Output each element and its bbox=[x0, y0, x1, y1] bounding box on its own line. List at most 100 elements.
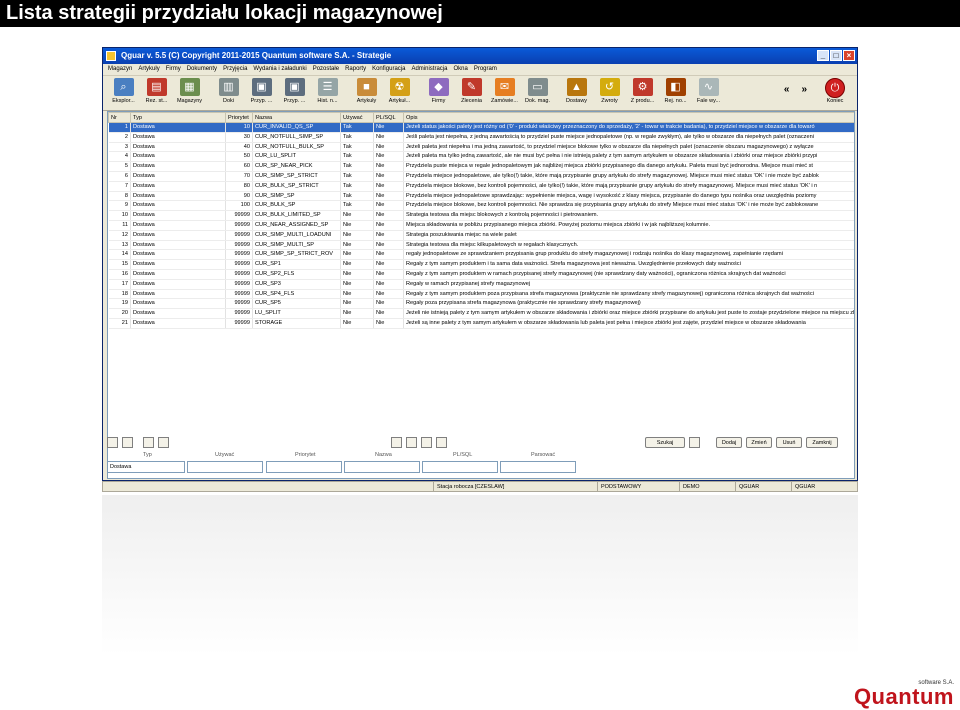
column-header[interactable]: Nazwa bbox=[252, 112, 341, 123]
filter-icon[interactable] bbox=[107, 436, 118, 448]
filter-type-select[interactable]: Dostawa bbox=[107, 461, 185, 473]
table-row[interactable]: 21 Dostawa 99999 STORAGE Nie Nie Jeżeli są inn… bbox=[108, 318, 854, 329]
table-row[interactable]: 4 Dostawa 50 CUR_LU_SPLIT Tak Nie Jeżeli palet… bbox=[108, 151, 854, 163]
toolbar-button[interactable]: ▣ Przyp. ... bbox=[278, 76, 311, 109]
table-cell: Jeżeli paleta ma tylko jedną zawartość, … bbox=[403, 151, 854, 163]
toolbar-label: Zlecenia bbox=[461, 98, 482, 104]
table-row[interactable]: 1 Dostawa 10 CUR_INVALID_QS_SP Tak Nie Jeżeli … bbox=[108, 122, 854, 133]
toolbar-button[interactable]: ✎ Zlecenia bbox=[455, 76, 488, 109]
print-icon[interactable] bbox=[158, 436, 169, 448]
filter-priority-input[interactable] bbox=[266, 461, 342, 473]
toolbar-button[interactable]: ■ Artykuły bbox=[350, 76, 383, 109]
toolbar-button[interactable]: ▥ Doki bbox=[212, 76, 245, 109]
close-window-button[interactable]: × bbox=[843, 50, 855, 61]
column-header[interactable]: Używać bbox=[340, 112, 374, 123]
dock-icon: ▥ bbox=[218, 78, 239, 96]
menu-item[interactable]: Program bbox=[474, 64, 497, 75]
minimize-button[interactable]: _ bbox=[817, 50, 829, 61]
column-header[interactable]: Typ bbox=[130, 112, 226, 123]
toolbar-label: Fale wy... bbox=[696, 98, 721, 104]
menu-item[interactable]: Raporty bbox=[345, 64, 366, 75]
table-row[interactable]: 19 Dostawa 99999 CUR_SP5 Nie Nie Regały poza p… bbox=[108, 298, 854, 310]
filter-label-parse: Parsować bbox=[531, 452, 556, 458]
table-row[interactable]: 14 Dostawa 99999 CUR_SIMP_SP_STRICT_ROV Nie N… bbox=[108, 249, 854, 261]
maximize-button[interactable]: □ bbox=[830, 50, 842, 61]
table-row[interactable]: 15 Dostawa 99999 CUR_SP1 Nie Nie Regały z tym … bbox=[108, 259, 854, 270]
toolbar-button[interactable]: ◧ Rej. no... bbox=[659, 76, 692, 109]
close-button[interactable]: Zamknij bbox=[806, 436, 838, 448]
table-row[interactable]: 17 Dostawa 99999 CUR_SP3 Nie Nie Regały w rama… bbox=[108, 279, 854, 290]
menu-item[interactable]: Administracja bbox=[411, 64, 447, 75]
toolbar-button[interactable]: ▤ Rez. st... bbox=[140, 76, 173, 109]
toolbar-button[interactable]: ↺ Zwroty bbox=[593, 76, 626, 109]
table-row[interactable]: 16 Dostawa 99999 CUR_SP2_FLS Nie Nie Regały z … bbox=[108, 269, 854, 280]
filter-parse-select[interactable] bbox=[500, 461, 576, 473]
filter-plsql-select[interactable] bbox=[422, 461, 498, 473]
action-bar: Szukaj Dodaj Zmień Usuń Zamknij bbox=[107, 435, 855, 449]
funnel-icon[interactable] bbox=[122, 436, 133, 448]
export-icon[interactable] bbox=[143, 436, 154, 448]
filter-name-input[interactable] bbox=[344, 461, 420, 473]
menu-item[interactable]: Pozostałe bbox=[313, 64, 339, 75]
table-row[interactable]: 13 Dostawa 99999 CUR_SIMP_MULTI_SP Nie Nie Str… bbox=[108, 240, 854, 251]
table-row[interactable]: 6 Dostawa 70 CUR_SIMP_SP_STRICT Tak Nie Przydz… bbox=[108, 171, 854, 182]
column-header[interactable]: PL/SQL bbox=[373, 112, 404, 123]
menu-item[interactable]: Wydania i załadunki bbox=[253, 64, 306, 75]
last-record-icon[interactable] bbox=[436, 436, 447, 448]
toolbar-button[interactable]: ▦ Magazyny bbox=[173, 76, 206, 109]
table-row[interactable]: 20 Dostawa 99999 LU_SPLIT Nie Nie Jeżeli nie i… bbox=[108, 308, 854, 319]
filter-use-select[interactable] bbox=[187, 461, 263, 473]
toolbar-button[interactable]: ☢ Artykuł... bbox=[383, 76, 416, 109]
warehouse-icon: ▦ bbox=[179, 78, 200, 96]
menu-item[interactable]: Okna bbox=[453, 64, 467, 75]
menu-item[interactable]: Przyjęcia bbox=[223, 64, 247, 75]
column-header[interactable]: Priorytet bbox=[225, 112, 253, 123]
add-button[interactable]: Dodaj bbox=[716, 436, 742, 448]
toolbar-button[interactable]: ▭ Dok. mag. bbox=[521, 76, 554, 109]
toolbar-button[interactable]: ∿ Fale wy... bbox=[692, 76, 725, 109]
table-cell: Dostawa bbox=[130, 318, 226, 329]
table-row[interactable]: 10 Dostawa 99999 CUR_BULK_LIMITED_SP Nie Nie S… bbox=[108, 210, 854, 221]
table-row[interactable]: 3 Dostawa 40 CUR_NOTFULL_BULK_SP Tak Nie Jeżel… bbox=[108, 142, 854, 153]
toolbar-label: Przyp. ... bbox=[283, 98, 306, 104]
menu-item[interactable]: Artykuły bbox=[138, 64, 159, 75]
toolbar-button[interactable]: ⌕ Eksplor... bbox=[107, 76, 140, 109]
window-title: Qguar v. 5.5 (C) Copyright 2011-2015 Qua… bbox=[121, 51, 392, 60]
menu-item[interactable]: Firmy bbox=[166, 64, 181, 75]
next-icon[interactable]: » bbox=[801, 84, 807, 95]
menu-item[interactable]: Konfiguracja bbox=[372, 64, 405, 75]
clear-search-icon[interactable] bbox=[689, 436, 700, 448]
column-header[interactable]: Opis bbox=[403, 112, 854, 123]
menu-item[interactable]: Magazyn bbox=[108, 64, 132, 75]
change-button[interactable]: Zmień bbox=[746, 436, 772, 448]
toolbar-button[interactable]: ◆ Firmy bbox=[422, 76, 455, 109]
previous-icon[interactable]: « bbox=[784, 84, 790, 95]
table-row[interactable]: 8 Dostawa 90 CUR_SIMP_SP Tak Nie Przydziela mi… bbox=[108, 191, 854, 202]
table-cell: Nie bbox=[340, 308, 374, 319]
delete-button[interactable]: Usuń bbox=[776, 436, 802, 448]
toolbar-label: Zamówie... bbox=[491, 98, 518, 104]
table-row[interactable]: 5 Dostawa 60 CUR_SP_NEAR_PICK Tak Nie Przydzie… bbox=[108, 161, 854, 172]
next-record-icon[interactable] bbox=[421, 436, 432, 448]
table-row[interactable]: 18 Dostawa 99999 CUR_SP4_FLS Nie Nie Regały z … bbox=[108, 289, 854, 300]
table-row[interactable]: 7 Dostawa 80 CUR_BULK_SP_STRICT Tak Nie Przydz… bbox=[108, 181, 854, 192]
column-header[interactable]: Nr bbox=[108, 112, 131, 123]
menu-item[interactable]: Dokumenty bbox=[187, 64, 217, 75]
previous-record-icon[interactable] bbox=[406, 436, 417, 448]
table-row[interactable]: 2 Dostawa 30 CUR_NOTFULL_SIMP_SP Tak Nie Jeśli… bbox=[108, 132, 854, 143]
exit-button[interactable]: ⏻ Koniec bbox=[819, 76, 851, 104]
table-row[interactable]: 9 Dostawa 100 CUR_BULK_SP Tak Nie Przydziela m… bbox=[108, 200, 854, 212]
table-row[interactable]: 12 Dostawa 99999 CUR_SIMP_MULTI_LOADUNI Nie N… bbox=[108, 230, 854, 241]
toolbar-button[interactable]: ☰ Hist. n... bbox=[311, 76, 344, 109]
table-cell: Dostawa bbox=[130, 240, 226, 251]
table-cell: 2 bbox=[108, 132, 131, 143]
first-record-icon[interactable] bbox=[391, 436, 402, 448]
table-cell: 60 bbox=[225, 161, 253, 172]
table-cell: Dostawa bbox=[130, 230, 226, 241]
toolbar-button[interactable]: ✉ Zamówie... bbox=[488, 76, 521, 109]
toolbar-button[interactable]: ⚙ Z produ... bbox=[626, 76, 659, 109]
toolbar-button[interactable]: ▣ Przyp. ... bbox=[245, 76, 278, 109]
table-row[interactable]: 11 Dostawa 99999 CUR_NEAR_ASSIGNED_SP Nie Nie… bbox=[108, 220, 854, 231]
toolbar-button[interactable]: ▲ Dostawy bbox=[560, 76, 593, 109]
search-button[interactable]: Szukaj bbox=[645, 436, 685, 448]
